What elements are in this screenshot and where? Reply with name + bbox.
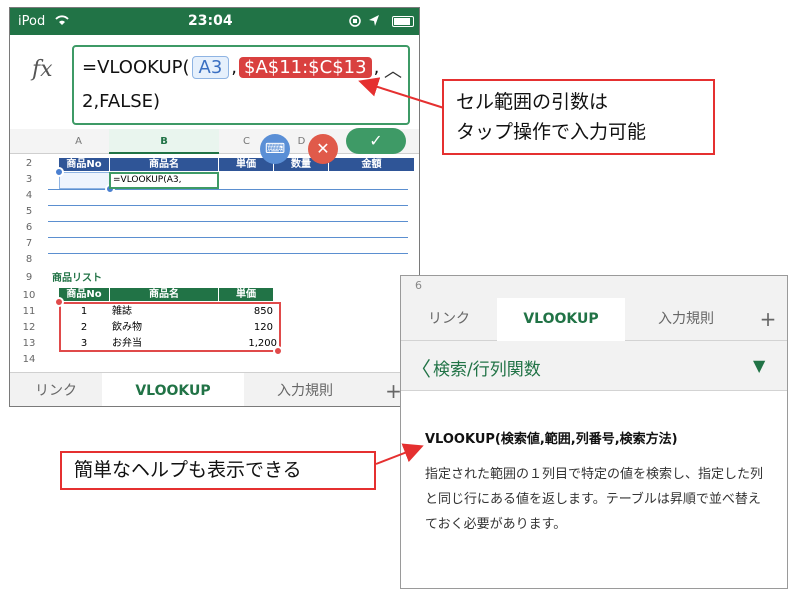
callout-line-2: タップ操作で入力可能 xyxy=(456,121,647,143)
arrow-to-range-token xyxy=(358,77,445,109)
callout-help: 簡単なヘルプも表示できる xyxy=(60,451,376,490)
arrow-to-help-title xyxy=(375,443,424,465)
callout-range-argument: セル範囲の引数は タップ操作で入力可能 xyxy=(442,79,715,155)
callout-line-1: セル範囲の引数は xyxy=(456,91,609,113)
